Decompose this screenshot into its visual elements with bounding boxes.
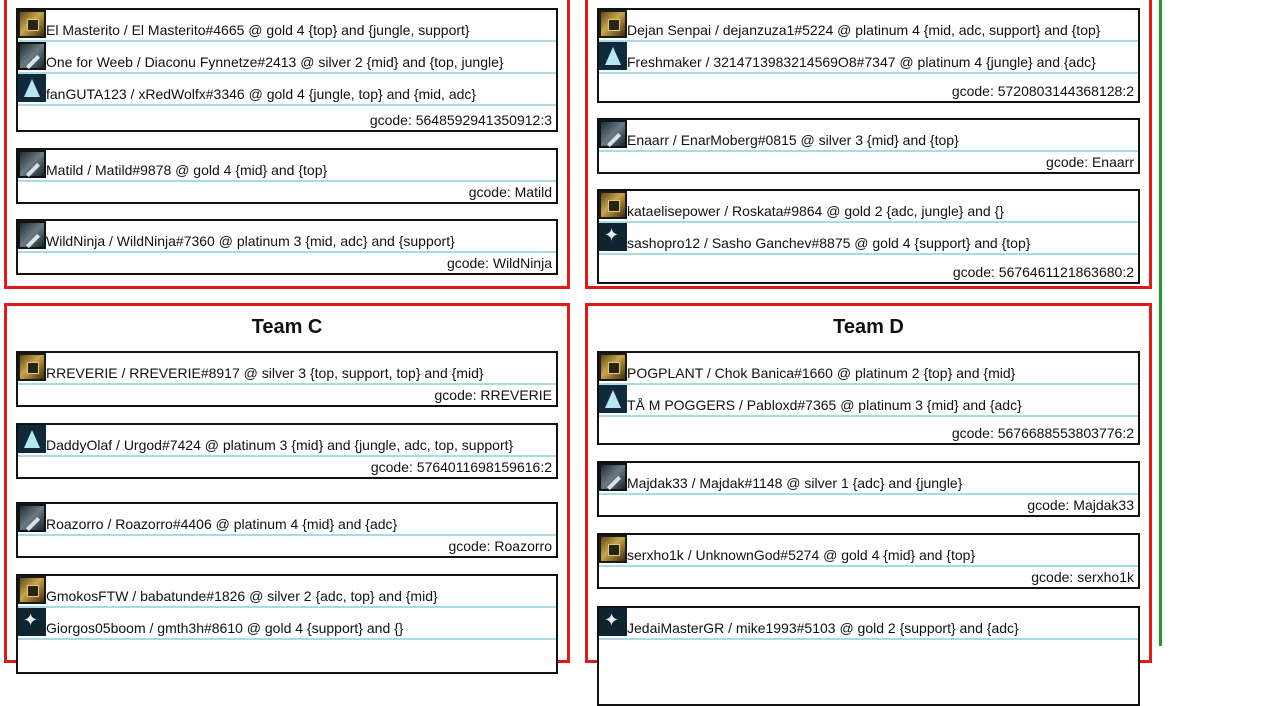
player-group: Roazorro / Roazorro#4406 @ platinum 4 {m… — [16, 502, 558, 558]
player-group: GmokosFTW / babatunde#1826 @ silver 2 {a… — [16, 574, 558, 674]
player-name: fanGUTA123 / xRedWolfx#3346 @ gold 4 {ju… — [46, 86, 477, 102]
gold-rank-icon — [18, 353, 46, 381]
silver-rank-icon — [18, 150, 46, 178]
support-rank-icon — [599, 223, 627, 251]
player-name: WildNinja / WildNinja#7360 @ platinum 3 … — [46, 233, 455, 249]
platinum-rank-icon — [599, 385, 627, 413]
player-row: El Masterito / El Masterito#4665 @ gold … — [18, 10, 556, 42]
team-title: Team C — [251, 316, 323, 338]
team-panel: El Masterito / El Masterito#4665 @ gold … — [4, 0, 570, 289]
gold-rank-icon — [599, 10, 627, 38]
player-name: JedaiMasterGR / mike1993#5103 @ gold 2 {… — [627, 620, 1019, 636]
player-group: Matild / Matild#9878 @ gold 4 {mid} and … — [16, 148, 558, 204]
player-row: One for Weeb / Diaconu Fynnetze#2413 @ s… — [18, 42, 556, 74]
player-name: sashopro12 / Sasho Ganchev#8875 @ gold 4… — [627, 235, 1031, 251]
player-group: RREVERIE / RREVERIE#8917 @ silver 3 {top… — [16, 351, 558, 407]
player-name: GmokosFTW / babatunde#1826 @ silver 2 {a… — [46, 588, 438, 604]
platinum-rank-icon — [599, 42, 627, 70]
player-row: DaddyOlaf / Urgod#7424 @ platinum 3 {mid… — [18, 425, 556, 457]
player-name: Dejan Senpai / dejanzuza1#5224 @ platinu… — [627, 22, 1101, 38]
divider-line — [1159, 0, 1162, 646]
player-name: serxho1k / UnknownGod#5274 @ gold 4 {mid… — [627, 547, 976, 563]
group-code: gcode: 5648592941350912:3 — [369, 112, 552, 128]
group-code: gcode: 5676461121863680:2 — [952, 264, 1134, 280]
player-row: TÅ M POGGERS / Pabloxd#7365 @ platinum 3… — [599, 385, 1138, 417]
player-group: serxho1k / UnknownGod#5274 @ gold 4 {mid… — [597, 533, 1140, 589]
player-row: WildNinja / WildNinja#7360 @ platinum 3 … — [18, 221, 556, 253]
player-row: Matild / Matild#9878 @ gold 4 {mid} and … — [18, 150, 556, 182]
player-name: One for Weeb / Diaconu Fynnetze#2413 @ s… — [46, 54, 504, 70]
group-code: gcode: Majdak33 — [1027, 497, 1134, 513]
group-code: gcode: WildNinja — [446, 255, 552, 271]
player-name: Freshmaker / 3214713983214569O8#7347 @ p… — [627, 54, 1096, 70]
player-group: DaddyOlaf / Urgod#7424 @ platinum 3 {mid… — [16, 423, 558, 479]
player-row: serxho1k / UnknownGod#5274 @ gold 4 {mid… — [599, 535, 1138, 567]
group-code: gcode: 5676688553803776:2 — [951, 425, 1134, 441]
player-row: Giorgos05boom / gmth3h#8610 @ gold 4 {su… — [18, 608, 556, 640]
player-row: GmokosFTW / babatunde#1826 @ silver 2 {a… — [18, 576, 556, 608]
group-code: gcode: Roazorro — [448, 538, 552, 554]
player-name: Enaarr / EnarMoberg#0815 @ silver 3 {mid… — [627, 132, 959, 148]
player-row: POGPLANT / Chok Banica#1660 @ platinum 2… — [599, 353, 1138, 385]
player-row: JedaiMasterGR / mike1993#5103 @ gold 2 {… — [599, 608, 1138, 640]
player-group: WildNinja / WildNinja#7360 @ platinum 3 … — [16, 219, 558, 275]
silver-rank-icon — [18, 504, 46, 532]
support-rank-icon — [599, 608, 627, 636]
player-row: Dejan Senpai / dejanzuza1#5224 @ platinu… — [599, 10, 1138, 42]
player-group: POGPLANT / Chok Banica#1660 @ platinum 2… — [597, 351, 1140, 445]
player-row: fanGUTA123 / xRedWolfx#3346 @ gold 4 {ju… — [18, 74, 556, 106]
player-group: kataelisepower / Roskata#9864 @ gold 2 {… — [597, 189, 1140, 284]
player-name: TÅ M POGGERS / Pabloxd#7365 @ platinum 3… — [627, 397, 1022, 413]
platinum-rank-icon — [18, 74, 46, 102]
group-code: gcode: serxho1k — [1031, 569, 1134, 585]
player-row: RREVERIE / RREVERIE#8917 @ silver 3 {top… — [18, 353, 556, 385]
team-panel: Team D POGPLANT / Chok Banica#1660 @ plat… — [585, 303, 1152, 706]
silver-rank-icon — [18, 42, 46, 70]
support-rank-icon — [18, 608, 46, 636]
silver-rank-icon — [18, 221, 46, 249]
player-name: Roazorro / Roazorro#4406 @ platinum 4 {m… — [46, 516, 398, 532]
gold-rank-icon — [599, 353, 627, 381]
gold-rank-icon — [599, 191, 627, 219]
player-name: Majdak33 / Majdak#1148 @ silver 1 {adc} … — [627, 475, 963, 491]
player-name: Giorgos05boom / gmth3h#8610 @ gold 4 {su… — [46, 620, 404, 636]
group-code: gcode: RREVERIE — [434, 387, 553, 403]
player-row: kataelisepower / Roskata#9864 @ gold 2 {… — [599, 191, 1138, 223]
player-name: kataelisepower / Roskata#9864 @ gold 2 {… — [627, 203, 1004, 219]
team-panel: Team C RREVERIE / RREVERIE#8917 @ silver … — [4, 303, 570, 674]
player-name: POGPLANT / Chok Banica#1660 @ platinum 2… — [627, 365, 1016, 381]
player-row: Enaarr / EnarMoberg#0815 @ silver 3 {mid… — [599, 120, 1138, 152]
player-row: Freshmaker / 3214713983214569O8#7347 @ p… — [599, 42, 1138, 74]
gold-rank-icon — [18, 576, 46, 604]
group-code: gcode: 5764011698159616:2 — [370, 459, 552, 475]
player-group: El Masterito / El Masterito#4665 @ gold … — [16, 8, 558, 132]
player-group: Majdak33 / Majdak#1148 @ silver 1 {adc} … — [597, 461, 1140, 517]
player-group: Dejan Senpai / dejanzuza1#5224 @ platinu… — [597, 8, 1140, 103]
player-row: sashopro12 / Sasho Ganchev#8875 @ gold 4… — [599, 223, 1138, 255]
player-group: JedaiMasterGR / mike1993#5103 @ gold 2 {… — [597, 606, 1140, 706]
gold-rank-icon — [599, 535, 627, 563]
player-name: El Masterito / El Masterito#4665 @ gold … — [46, 22, 470, 38]
player-row: Roazorro / Roazorro#4406 @ platinum 4 {m… — [18, 504, 556, 536]
group-code: gcode: Enaarr — [1046, 154, 1134, 170]
team-panel: Dejan Senpai / dejanzuza1#5224 @ platinu… — [585, 0, 1152, 289]
player-name: RREVERIE / RREVERIE#8917 @ silver 3 {top… — [46, 365, 484, 381]
group-code: gcode: 5720803144368128:2 — [951, 83, 1134, 99]
silver-rank-icon — [599, 463, 627, 491]
player-group: Enaarr / EnarMoberg#0815 @ silver 3 {mid… — [597, 118, 1140, 174]
team-title: Team D — [833, 316, 904, 338]
player-name: Matild / Matild#9878 @ gold 4 {mid} and … — [46, 162, 328, 178]
gold-rank-icon — [18, 10, 46, 38]
silver-rank-icon — [599, 120, 627, 148]
player-row: Majdak33 / Majdak#1148 @ silver 1 {adc} … — [599, 463, 1138, 495]
platinum-rank-icon — [18, 425, 46, 453]
group-code: gcode: Matild — [468, 184, 552, 200]
player-name: DaddyOlaf / Urgod#7424 @ platinum 3 {mid… — [46, 437, 514, 453]
